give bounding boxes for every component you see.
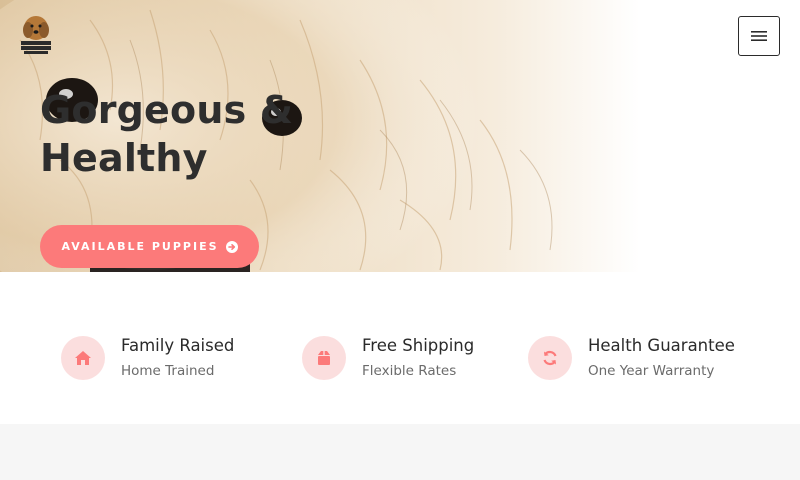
hero-headline-line2: Healthy bbox=[40, 136, 208, 180]
hamburger-menu-icon bbox=[751, 31, 767, 41]
refresh-icon bbox=[543, 350, 557, 366]
dog-logo-icon[interactable] bbox=[18, 14, 54, 56]
hero-headline-line1: Gorgeous & bbox=[40, 88, 294, 132]
feature-icon-circle bbox=[61, 336, 105, 380]
hero-section: Gorgeous & Healthy AVAILABLE PUPPIES bbox=[0, 0, 800, 272]
home-icon bbox=[75, 351, 91, 365]
feature-icon-circle bbox=[302, 336, 346, 380]
feature-title: Free Shipping bbox=[362, 336, 475, 355]
feature-title: Health Guarantee bbox=[588, 336, 735, 355]
lower-section bbox=[0, 424, 800, 480]
hamburger-menu-button[interactable] bbox=[738, 16, 780, 56]
available-puppies-label: AVAILABLE PUPPIES bbox=[61, 240, 219, 253]
feature-title: Family Raised bbox=[121, 336, 235, 355]
available-puppies-button[interactable]: AVAILABLE PUPPIES bbox=[40, 225, 259, 268]
hero-headline: Gorgeous & Healthy bbox=[40, 86, 400, 182]
features-section: Family Raised Home Trained Free Shipping… bbox=[0, 272, 800, 424]
arrow-circle-right-icon bbox=[225, 240, 238, 253]
feature-subtitle: Flexible Rates bbox=[362, 363, 457, 379]
feature-subtitle: One Year Warranty bbox=[588, 363, 715, 379]
box-icon bbox=[318, 351, 330, 365]
feature-icon-circle bbox=[528, 336, 572, 380]
feature-subtitle: Home Trained bbox=[121, 363, 215, 379]
